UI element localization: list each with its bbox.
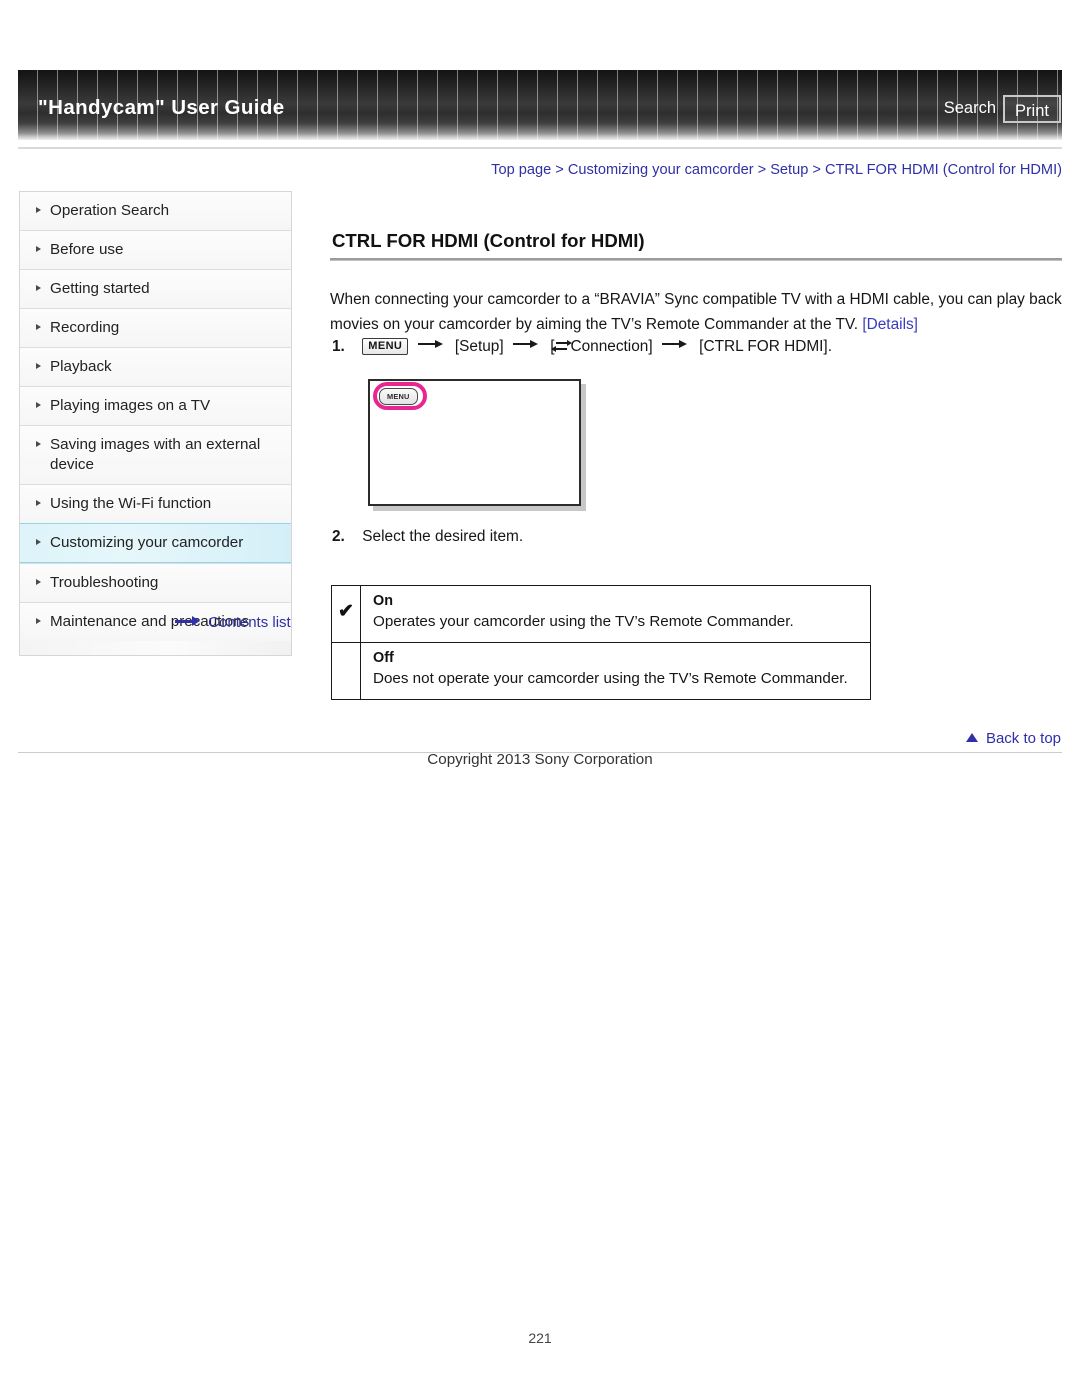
- arrow-right-icon: [512, 339, 541, 349]
- menu-button-icon: MENU: [362, 338, 409, 355]
- arrow-right-icon: [417, 339, 446, 349]
- sidebar-item-using-wifi-function[interactable]: Using the Wi-Fi function: [20, 484, 291, 523]
- page-header-title: "Handycam" User Guide: [38, 96, 285, 119]
- triangle-bullet-icon: [36, 579, 41, 585]
- step-token-setup: [Setup]: [454, 338, 504, 355]
- print-button[interactable]: Print: [1003, 95, 1061, 123]
- options-table: ✔ On Operates your camcorder using the T…: [331, 585, 871, 700]
- option-cell: On Operates your camcorder using the TV’…: [360, 585, 871, 643]
- triangle-bullet-icon: [36, 618, 41, 624]
- triangle-bullet-icon: [36, 363, 41, 369]
- checkmark-cell: [331, 642, 361, 700]
- search-button[interactable]: Search: [944, 99, 996, 118]
- back-to-top-label: Back to top: [985, 730, 1061, 747]
- sidebar-item-operation-search[interactable]: Operation Search: [20, 191, 291, 230]
- sidebar-item-recording[interactable]: Recording: [20, 308, 291, 347]
- step-number: 2.: [332, 528, 345, 545]
- checkmark-cell: ✔: [331, 585, 361, 643]
- sidebar-item-getting-started[interactable]: Getting started: [20, 269, 291, 308]
- triangle-bullet-icon: [36, 246, 41, 252]
- sidebar-item-customizing-your-camcorder[interactable]: Customizing your camcorder: [20, 523, 291, 563]
- option-name: On: [373, 593, 393, 609]
- step-text: Select the desired item.: [362, 528, 524, 545]
- step-2: 2. Select the desired item.: [332, 528, 523, 546]
- triangle-bullet-icon: [36, 500, 41, 506]
- sidebar-item-playing-images-on-a-tv[interactable]: Playing images on a TV: [20, 386, 291, 425]
- connection-arrows-icon: [551, 339, 573, 353]
- header-divider: [18, 147, 1062, 149]
- sidebar-item-label: Playback: [50, 358, 112, 375]
- triangle-bullet-icon: [36, 539, 41, 545]
- details-link[interactable]: [Details]: [862, 316, 918, 333]
- option-name: Off: [373, 650, 394, 666]
- sidebar-item-label: Recording: [50, 319, 120, 336]
- back-to-top-link[interactable]: Back to top: [965, 730, 1061, 747]
- step-token-final: [CTRL FOR HDMI].: [699, 338, 832, 355]
- sidebar-item-label: Using the Wi-Fi function: [50, 495, 212, 512]
- triangle-bullet-icon: [36, 402, 41, 408]
- sidebar-item-label: Saving images with an external device: [50, 436, 261, 473]
- sidebar-item-playback[interactable]: Playback: [20, 347, 291, 386]
- sidebar-item-label: Playing images on a TV: [50, 397, 211, 414]
- page-number: 221: [528, 1330, 552, 1346]
- option-description: Operates your camcorder using the TV’s R…: [373, 613, 794, 630]
- triangle-bullet-icon: [36, 324, 41, 330]
- table-row[interactable]: Off Does not operate your camcorder usin…: [331, 642, 871, 700]
- intro-text: When connecting your camcorder to a “BRA…: [330, 291, 1062, 333]
- page-title: CTRL FOR HDMI (Control for HDMI): [332, 230, 645, 251]
- triangle-up-icon: [965, 733, 978, 742]
- highlight-callout-ring: [373, 382, 427, 410]
- triangle-bullet-icon: [36, 441, 41, 447]
- arrow-right-icon: [175, 616, 201, 626]
- sidebar-item-label: Troubleshooting: [50, 574, 159, 591]
- copyright-notice: Copyright 2013 Sony Corporation: [427, 751, 653, 768]
- sidebar-item-saving-images-external-device[interactable]: Saving images with an external device: [20, 425, 291, 484]
- sidebar-nav: Operation Search Before use Getting star…: [19, 191, 292, 656]
- contents-list-label: Contents list: [208, 614, 291, 631]
- sidebar-item-label: Customizing your camcorder: [50, 534, 244, 551]
- sidebar-item-label: Getting started: [50, 280, 150, 297]
- triangle-bullet-icon: [36, 285, 41, 291]
- table-row[interactable]: ✔ On Operates your camcorder using the T…: [331, 585, 871, 643]
- intro-paragraph: When connecting your camcorder to a “BRA…: [330, 287, 1070, 337]
- sidebar-item-before-use[interactable]: Before use: [20, 230, 291, 269]
- step-number: 1.: [332, 338, 345, 355]
- title-divider: [330, 258, 1062, 261]
- camcorder-screen-illustration: MENU: [368, 379, 581, 506]
- step-token-connection: Connection]: [570, 338, 653, 355]
- arrow-right-icon: [661, 339, 690, 349]
- option-description: Does not operate your camcorder using th…: [373, 670, 848, 687]
- triangle-bullet-icon: [36, 207, 41, 213]
- step-1: 1. MENU [Setup] [Connection] [CTRL FOR H…: [332, 338, 832, 356]
- option-cell: Off Does not operate your camcorder usin…: [360, 642, 871, 700]
- breadcrumb[interactable]: Top page > Customizing your camcorder > …: [330, 162, 1062, 178]
- sidebar-item-troubleshooting[interactable]: Troubleshooting: [20, 563, 291, 602]
- contents-list-link[interactable]: Contents list: [175, 614, 291, 631]
- sidebar-item-label: Before use: [50, 241, 124, 258]
- sidebar-item-label: Operation Search: [50, 202, 170, 219]
